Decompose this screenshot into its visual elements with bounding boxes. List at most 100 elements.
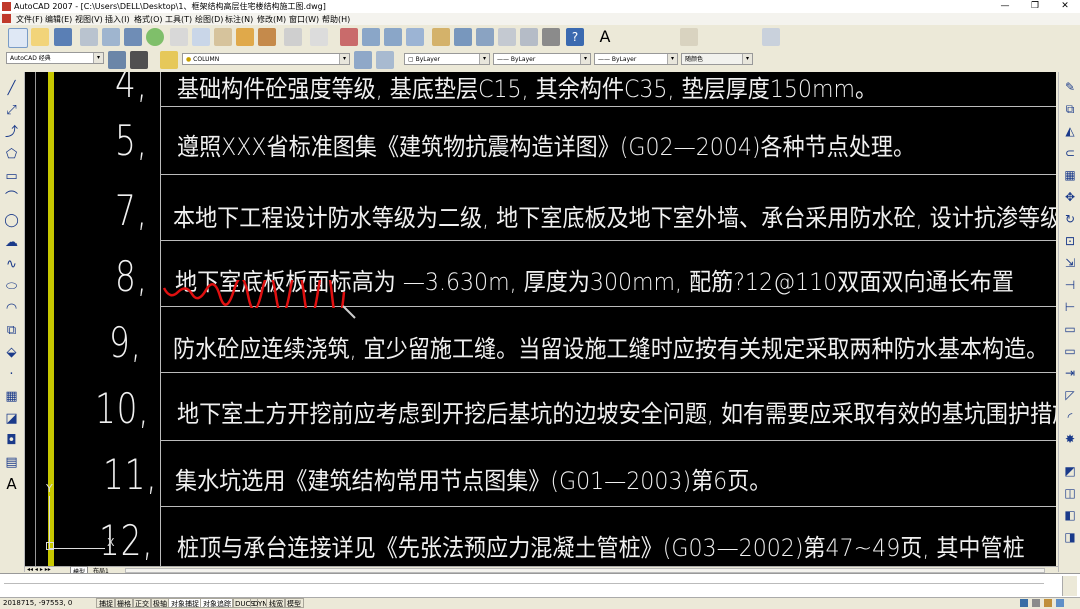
communication-center-icon[interactable]: [1020, 599, 1028, 607]
lineweight-toggle[interactable]: 线宽: [266, 598, 286, 608]
publish-icon[interactable]: [124, 28, 142, 46]
tool-palettes-icon[interactable]: [476, 28, 494, 46]
gradient-icon[interactable]: ◪: [3, 410, 20, 427]
lock-icon[interactable]: [1032, 599, 1040, 607]
spline-icon[interactable]: ∿: [3, 256, 20, 273]
snap-tracking-icon[interactable]: ◩: [1061, 462, 1079, 480]
polar-toggle[interactable]: 极轴: [150, 598, 170, 608]
lineweight-select[interactable]: —— ByLayer ▾: [594, 53, 678, 65]
ellipse-arc-icon[interactable]: ◠: [3, 300, 20, 317]
copy-object-icon[interactable]: ⧉: [1061, 100, 1079, 118]
ortho-toggle[interactable]: 正交: [132, 598, 152, 608]
close-button[interactable]: ✕: [1050, 0, 1080, 13]
chamfer-icon[interactable]: ◸: [1061, 386, 1079, 404]
extend-icon[interactable]: ⊢: [1061, 298, 1079, 316]
cut-icon[interactable]: [170, 28, 188, 46]
menu-format[interactable]: 格式(O): [134, 14, 163, 25]
construction-line-icon[interactable]: ⤢: [3, 102, 20, 119]
region-icon[interactable]: ◘: [3, 432, 20, 449]
workspace-select[interactable]: AutoCAD 经典 ▾: [6, 52, 104, 64]
zoom-previous-icon[interactable]: [406, 28, 424, 46]
match-properties-icon[interactable]: [236, 28, 254, 46]
rectangle-icon[interactable]: ▭: [3, 168, 20, 185]
save-icon[interactable]: [54, 28, 72, 46]
paste-icon[interactable]: [214, 28, 232, 46]
ellipse-icon[interactable]: ⬭: [3, 278, 20, 295]
multiline-text-icon[interactable]: A: [3, 476, 20, 493]
osnap-toggle[interactable]: 对象捕捉: [168, 598, 202, 608]
undo-icon[interactable]: [284, 28, 302, 46]
move-icon[interactable]: ✥: [1061, 188, 1079, 206]
model-toggle[interactable]: 模型: [284, 598, 304, 608]
menu-window[interactable]: 窗口(W): [289, 14, 319, 25]
zoom-realtime-icon[interactable]: [362, 28, 380, 46]
line-icon[interactable]: ╱: [3, 80, 20, 97]
revision-cloud-icon[interactable]: ☁: [3, 234, 20, 251]
table-icon[interactable]: ▤: [3, 454, 20, 471]
properties-icon[interactable]: [432, 28, 450, 46]
my-workspace-icon[interactable]: [130, 51, 148, 69]
text-style-icon[interactable]: A: [596, 28, 614, 46]
3d-dwf-icon[interactable]: [146, 28, 164, 46]
rotate-icon[interactable]: ↻: [1061, 210, 1079, 228]
explode-icon[interactable]: ✸: [1061, 430, 1079, 448]
fillet-icon[interactable]: ◜: [1061, 408, 1079, 426]
document-icon[interactable]: [2, 14, 11, 23]
tab-nav-arrows-icon[interactable]: ◂◂ ◂ ▸ ▸▸: [27, 566, 51, 573]
open-icon[interactable]: [31, 28, 49, 46]
trim-icon[interactable]: ⊣: [1061, 276, 1079, 294]
tray-settings-icon[interactable]: [1044, 599, 1052, 607]
make-object-layer-current-icon[interactable]: [354, 51, 372, 69]
bring-to-front-icon[interactable]: ◧: [1061, 506, 1079, 524]
menu-help[interactable]: 帮助(H): [322, 14, 350, 25]
menu-insert[interactable]: 插入(I): [105, 14, 130, 25]
offset-icon[interactable]: ⊂: [1061, 144, 1079, 162]
polygon-icon[interactable]: ⬠: [3, 146, 20, 163]
table-style-icon[interactable]: [762, 28, 780, 46]
arc-icon[interactable]: ⌒: [3, 190, 20, 207]
join-icon[interactable]: ⇥: [1061, 364, 1079, 382]
redo-icon[interactable]: [310, 28, 328, 46]
menu-tools[interactable]: 工具(T): [165, 14, 192, 25]
break-icon[interactable]: ▭: [1061, 342, 1079, 360]
plot-icon[interactable]: [80, 28, 98, 46]
new-icon[interactable]: [8, 28, 28, 48]
grid-toggle[interactable]: 栅格: [114, 598, 134, 608]
clean-screen-icon[interactable]: [1056, 599, 1064, 607]
menu-dimension[interactable]: 标注(N): [225, 14, 253, 25]
pan-icon[interactable]: [340, 28, 358, 46]
circle-icon[interactable]: ◯: [3, 212, 20, 229]
scale-icon[interactable]: ⊡: [1061, 232, 1079, 250]
copy-icon[interactable]: [192, 28, 210, 46]
help-icon[interactable]: ?: [566, 28, 584, 46]
layer-select[interactable]: ● COLUMN ▾: [182, 53, 350, 65]
design-center-icon[interactable]: [454, 28, 472, 46]
menu-modify[interactable]: 修改(M): [257, 14, 286, 25]
workspace-settings-icon[interactable]: [108, 51, 126, 69]
make-block-icon[interactable]: ⬙: [3, 344, 20, 361]
command-scrollbar[interactable]: [1062, 576, 1077, 596]
sheet-set-icon[interactable]: [498, 28, 516, 46]
color-select[interactable]: ▢ ByLayer ▾: [404, 53, 490, 65]
array-icon[interactable]: ▦: [1061, 166, 1079, 184]
otrack-toggle[interactable]: 对象追踪: [200, 598, 234, 608]
polyline-icon[interactable]: ⤴: [3, 124, 20, 141]
command-window[interactable]: [0, 573, 1080, 598]
plot-preview-icon[interactable]: [102, 28, 120, 46]
hatch-icon[interactable]: ▦: [3, 388, 20, 405]
block-editor-icon[interactable]: [258, 28, 276, 46]
snap-toggle[interactable]: 捕捉: [96, 598, 116, 608]
linetype-select[interactable]: —— ByLayer ▾: [493, 53, 591, 65]
layer-manager-icon[interactable]: [160, 51, 178, 69]
point-icon[interactable]: ·: [3, 366, 20, 383]
break-at-point-icon[interactable]: ▭: [1061, 320, 1079, 338]
mirror-icon[interactable]: ◭: [1061, 122, 1079, 140]
drawing-canvas[interactable]: 4, 基础构件砼强度等级, 基底垫层C15, 其余构件C35, 垫层厚度150m…: [25, 72, 1056, 566]
menu-file[interactable]: 文件(F): [16, 14, 43, 25]
plotstyle-select[interactable]: 随颜色 ▾: [681, 53, 753, 65]
markup-icon[interactable]: [520, 28, 538, 46]
restore-button[interactable]: ❐: [1020, 0, 1050, 13]
insert-block-icon[interactable]: ⧉: [3, 322, 20, 339]
stretch-icon[interactable]: ⇲: [1061, 254, 1079, 272]
erase-icon[interactable]: ✎: [1061, 78, 1079, 96]
